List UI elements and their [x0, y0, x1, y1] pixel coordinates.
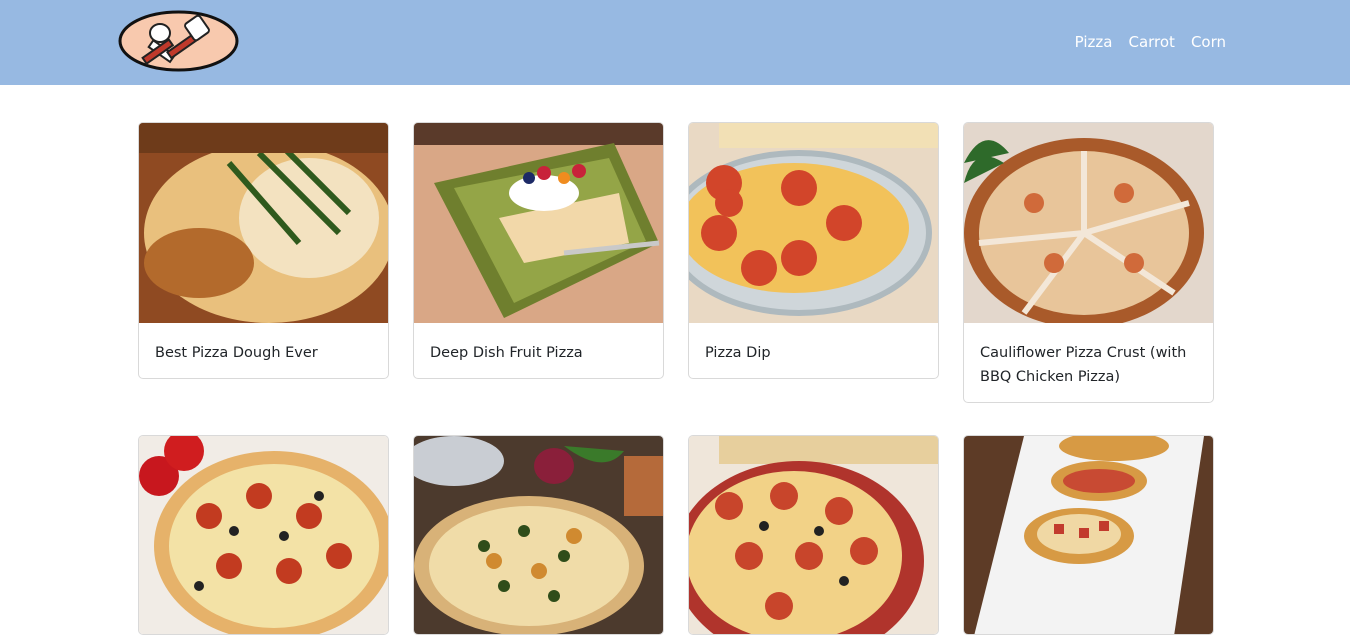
recipe-card[interactable]: [688, 435, 939, 635]
recipe-card[interactable]: [413, 435, 664, 635]
skillet-pepperoni-pizza-photo[interactable]: [689, 436, 938, 635]
recipe-title[interactable]: Pizza Dip: [689, 323, 938, 365]
recipe-card[interactable]: [138, 435, 389, 635]
fruit-pizza-plate-photo[interactable]: [414, 123, 663, 323]
nav-link-pizza[interactable]: Pizza: [1075, 32, 1113, 52]
recipe-title[interactable]: Best Pizza Dough Ever: [139, 323, 388, 365]
recipe-card[interactable]: Pizza Dip: [688, 122, 939, 379]
pepperoni-olive-pizza-photo[interactable]: [139, 436, 388, 635]
pepperoni-dip-dish-photo[interactable]: [689, 123, 938, 323]
recipe-card[interactable]: Cauliflower Pizza Crust (with BBQ Chicke…: [963, 122, 1214, 403]
fork-spoon-logo-icon[interactable]: [118, 10, 239, 72]
pizza-boats-platter-photo[interactable]: [964, 436, 1213, 635]
cauliflower-bbq-pizza-photo[interactable]: [964, 123, 1213, 323]
recipe-card[interactable]: Deep Dish Fruit Pizza: [413, 122, 664, 379]
recipe-card[interactable]: [963, 435, 1214, 635]
pizza-slice-basil-photo[interactable]: [139, 123, 388, 323]
nav-link-carrot[interactable]: Carrot: [1128, 32, 1174, 52]
herb-veggie-pizza-photo[interactable]: [414, 436, 663, 635]
nav-links: Pizza Carrot Corn: [1075, 32, 1226, 52]
top-navbar: Pizza Carrot Corn: [0, 0, 1350, 85]
recipe-card[interactable]: Best Pizza Dough Ever: [138, 122, 389, 379]
recipe-title[interactable]: Cauliflower Pizza Crust (with BBQ Chicke…: [964, 323, 1213, 389]
recipe-title[interactable]: Deep Dish Fruit Pizza: [414, 323, 663, 365]
nav-link-corn[interactable]: Corn: [1191, 32, 1226, 52]
